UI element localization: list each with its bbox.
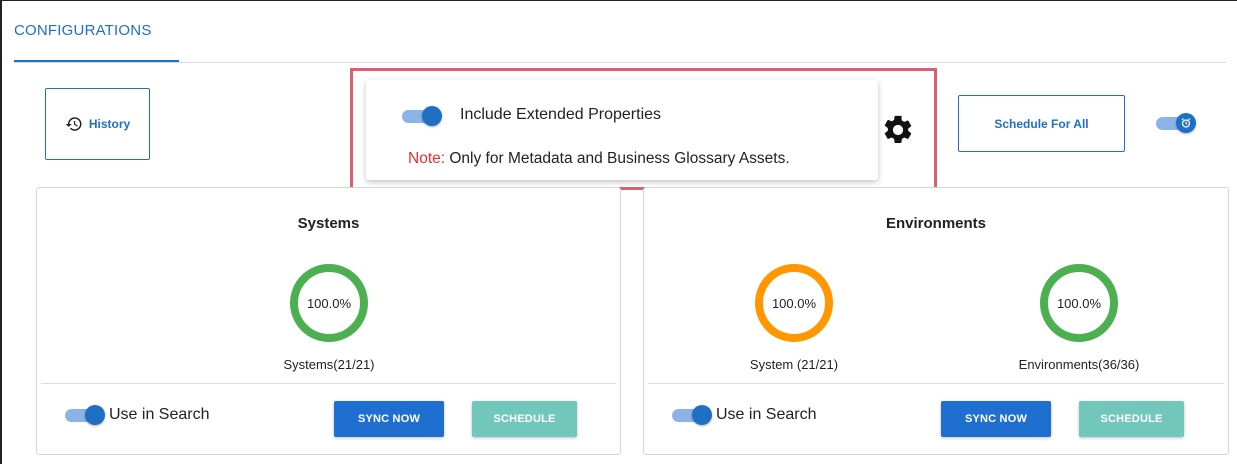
note-body: Only for Metadata and Business Glossary …	[445, 150, 790, 167]
tab-configurations[interactable]: CONFIGURATIONS	[14, 22, 152, 39]
gauge-label: System (21/21)	[749, 357, 839, 372]
use-in-search-toggle[interactable]	[672, 405, 712, 425]
history-button[interactable]: History	[45, 88, 150, 160]
schedule-all-toggle[interactable]	[1156, 113, 1196, 133]
note-key: Note:	[408, 150, 446, 167]
sync-now-button[interactable]: SYNC NOW	[334, 401, 444, 437]
sync-now-button[interactable]: SYNC NOW	[941, 401, 1051, 437]
include-extended-properties-label: Include Extended Properties	[460, 106, 662, 123]
environments-card: Environments 100.0% System (21/21) 100.0…	[643, 187, 1229, 455]
schedule-button[interactable]: SCHEDULE	[472, 401, 577, 437]
include-extended-properties-toggle[interactable]	[402, 106, 442, 126]
note-text: Note: Only for Metadata and Business Glo…	[408, 150, 790, 168]
alarm-clock-icon	[1181, 118, 1191, 128]
system-gauge: 100.0%	[755, 264, 833, 342]
extended-properties-popover: Include Extended Properties Note: Only f…	[366, 80, 878, 180]
use-in-search-label: Use in Search	[716, 406, 817, 423]
history-label: History	[88, 117, 131, 131]
card-title: Systems	[297, 215, 360, 232]
tab-divider	[14, 62, 1226, 63]
card-divider	[41, 383, 616, 384]
history-icon	[65, 117, 82, 131]
use-in-search-label: Use in Search	[109, 406, 210, 423]
use-in-search-toggle[interactable]	[65, 405, 105, 425]
card-title: Environments	[885, 215, 987, 232]
systems-gauge: 100.0%	[290, 264, 368, 342]
schedule-button[interactable]: SCHEDULE	[1079, 401, 1184, 437]
environments-gauge: 100.0%	[1040, 264, 1118, 342]
gear-icon[interactable]	[881, 113, 915, 147]
card-divider	[648, 383, 1224, 384]
gauge-label: Systems(21/21)	[283, 357, 375, 372]
schedule-for-all-button[interactable]: Schedule For All	[958, 95, 1125, 152]
systems-card: Systems 100.0% Systems(21/21) Use in Sea…	[36, 187, 621, 455]
gauge-label: Environments(36/36)	[1018, 357, 1140, 372]
